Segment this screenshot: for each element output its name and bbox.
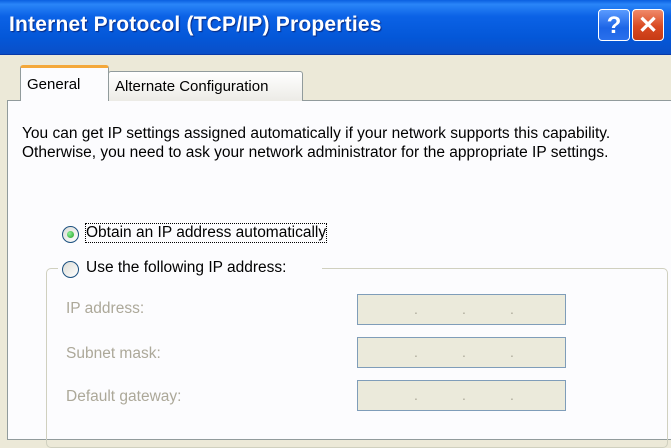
- radio-selected-dot: [67, 231, 74, 238]
- help-icon: ?: [606, 12, 622, 39]
- tab-general-label: General: [27, 76, 81, 93]
- obtain-ip-automatically-label[interactable]: Obtain an IP address automatically: [84, 223, 328, 243]
- ip-address-input[interactable]: ...: [357, 294, 566, 325]
- tab-alternate-configuration-label: Alternate Configuration: [115, 78, 269, 95]
- use-following-ip-label[interactable]: Use the following IP address:: [86, 259, 286, 277]
- help-button[interactable]: ?: [598, 9, 630, 41]
- close-icon: ✕: [637, 12, 659, 39]
- ip-address-label: IP address:: [66, 300, 145, 317]
- use-following-ip-radio[interactable]: [62, 261, 79, 278]
- description-text: You can get IP settings assigned automat…: [22, 125, 611, 161]
- subnet-mask-label: Subnet mask:: [66, 345, 161, 362]
- default-gateway-input[interactable]: ...: [357, 380, 566, 411]
- close-button[interactable]: ✕: [632, 9, 664, 41]
- window-title: Internet Protocol (TCP/IP) Properties: [9, 13, 382, 36]
- tab-general[interactable]: General: [20, 65, 109, 101]
- subnet-mask-input[interactable]: ...: [357, 337, 566, 368]
- default-gateway-label: Default gateway:: [66, 388, 182, 405]
- obtain-ip-automatically-radio[interactable]: [62, 226, 79, 243]
- tab-alternate-configuration[interactable]: Alternate Configuration: [108, 71, 303, 101]
- title-bar[interactable]: Internet Protocol (TCP/IP) Properties ? …: [0, 0, 671, 55]
